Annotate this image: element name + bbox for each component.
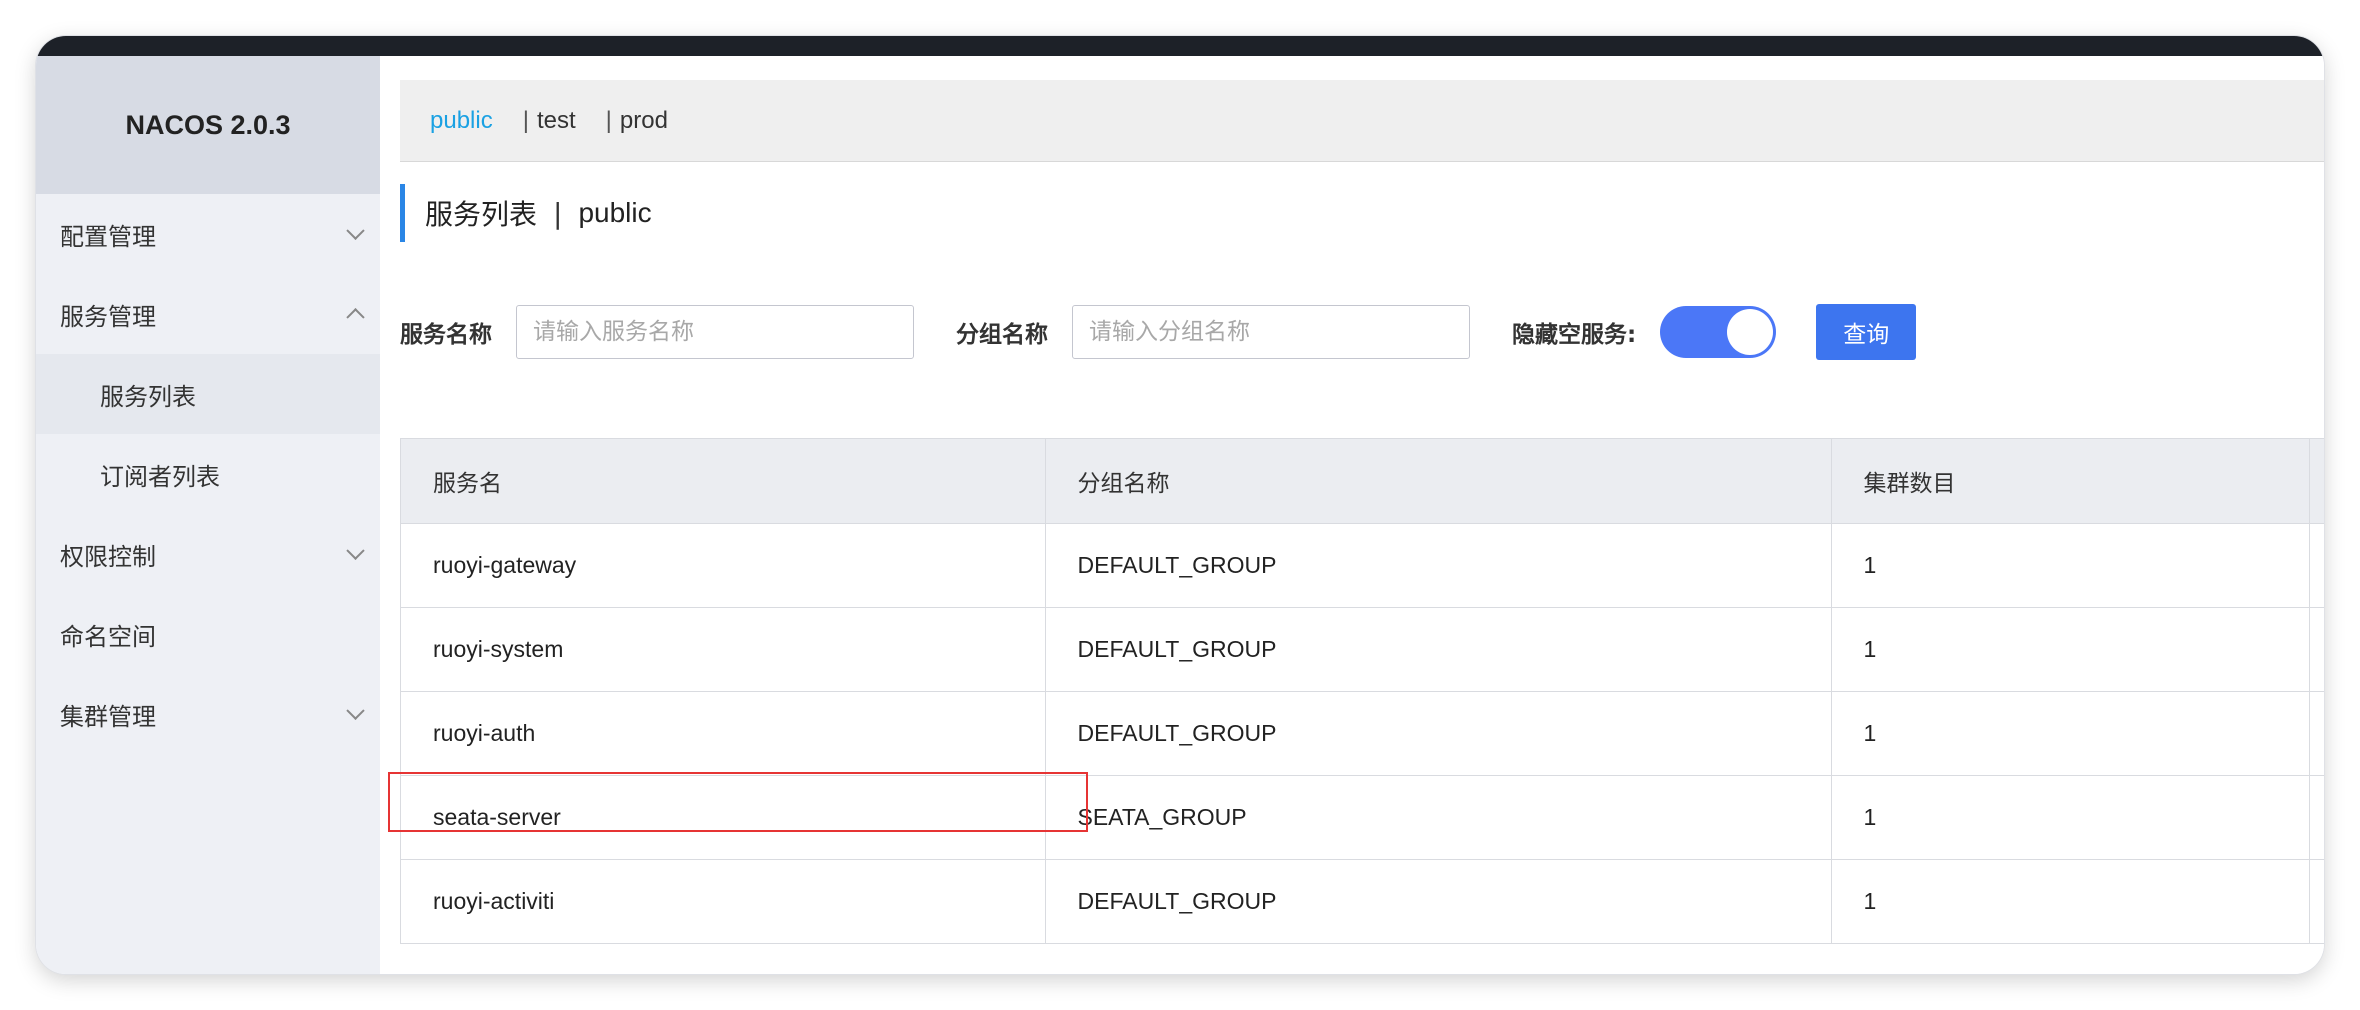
sidebar-item-label: 配置管理 xyxy=(60,222,156,251)
cell-group-name: DEFAULT_GROUP xyxy=(1045,859,1832,944)
page-title-namespace: public xyxy=(578,197,652,228)
cell-service-name: ruoyi-system xyxy=(401,607,1046,692)
table-row[interactable]: ruoyi-activiti DEFAULT_GROUP 1 xyxy=(401,859,2324,944)
table-row[interactable]: ruoyi-auth DEFAULT_GROUP 1 xyxy=(401,691,2324,776)
column-header-group-name: 分组名称 xyxy=(1045,439,1832,524)
namespace-test[interactable]: test xyxy=(537,107,576,135)
table-row[interactable]: ruoyi-system DEFAULT_GROUP 1 xyxy=(401,607,2324,692)
namespace-prod[interactable]: prod xyxy=(620,107,668,135)
sidebar-item-namespace[interactable]: 命名空间 xyxy=(36,594,380,674)
table-row[interactable]: ruoyi-gateway DEFAULT_GROUP 1 xyxy=(401,523,2324,608)
page-title: 服务列表 | public xyxy=(400,184,652,242)
cell-group-name: DEFAULT_GROUP xyxy=(1045,523,1832,608)
cell-group-name: SEATA_GROUP xyxy=(1045,775,1832,860)
sidebar-item-label: 订阅者列表 xyxy=(100,462,220,491)
hide-empty-toggle[interactable] xyxy=(1660,306,1777,358)
group-name-input[interactable] xyxy=(1072,305,1470,359)
cell-cluster-count: 1 xyxy=(1831,775,2310,860)
cell-service-name: seata-server xyxy=(401,775,1046,860)
cell-extra xyxy=(2309,523,2324,608)
sidebar-item-subscriber-list[interactable]: 订阅者列表 xyxy=(36,434,380,514)
sidebar: NACOS 2.0.3 配置管理 服务管理 服务列表 订阅者列表 权限控制 命名… xyxy=(36,56,380,974)
cell-service-name: ruoyi-activiti xyxy=(401,859,1046,944)
cell-cluster-count: 1 xyxy=(1831,607,2310,692)
cell-group-name: DEFAULT_GROUP xyxy=(1045,691,1832,776)
app-window: NACOS 2.0.3 配置管理 服务管理 服务列表 订阅者列表 权限控制 命名… xyxy=(36,36,2324,974)
sidebar-item-access-control[interactable]: 权限控制 xyxy=(36,514,380,594)
main-content: public | test | prod 服务列表 | public 服务名称 … xyxy=(380,56,2324,974)
cell-cluster-count: 1 xyxy=(1831,859,2310,944)
sidebar-item-cluster-management[interactable]: 集群管理 xyxy=(36,674,380,754)
cell-cluster-count: 1 xyxy=(1831,691,2310,776)
namespace-bar: public | test | prod xyxy=(400,80,2324,162)
cell-extra xyxy=(2309,775,2324,860)
service-name-label: 服务名称 xyxy=(400,322,492,348)
sidebar-item-label: 服务列表 xyxy=(100,382,196,411)
column-header-extra xyxy=(2309,439,2324,524)
window-top-bar xyxy=(36,36,2324,56)
cell-extra xyxy=(2309,607,2324,692)
table-row[interactable]: seata-server SEATA_GROUP 1 xyxy=(401,775,2324,860)
table-header-row: 服务名 分组名称 集群数目 xyxy=(401,439,2324,524)
cell-service-name: ruoyi-auth xyxy=(401,691,1046,776)
cell-group-name: DEFAULT_GROUP xyxy=(1045,607,1832,692)
column-header-service-name: 服务名 xyxy=(401,439,1046,524)
cell-service-name: ruoyi-gateway xyxy=(401,523,1046,608)
toggle-knob xyxy=(1727,309,1774,355)
column-header-cluster-count: 集群数目 xyxy=(1831,439,2310,524)
sidebar-item-label: 命名空间 xyxy=(60,622,156,651)
cell-extra xyxy=(2309,691,2324,776)
query-button[interactable]: 查询 xyxy=(1816,304,1917,360)
chevron-down-icon xyxy=(346,541,365,560)
chevron-down-icon xyxy=(346,701,365,720)
service-table: 服务名 分组名称 集群数目 ruoyi-gateway DEFAULT_GROU… xyxy=(400,438,2324,944)
sidebar-item-config-management[interactable]: 配置管理 xyxy=(36,194,380,274)
namespace-separator: | xyxy=(605,106,612,134)
service-name-input[interactable] xyxy=(516,305,914,359)
cell-extra xyxy=(2309,859,2324,944)
page-title-text: 服务列表 xyxy=(425,198,538,231)
app-logo: NACOS 2.0.3 xyxy=(36,56,380,194)
sidebar-item-label: 集群管理 xyxy=(60,702,156,731)
chevron-down-icon xyxy=(346,221,365,240)
sidebar-item-service-management[interactable]: 服务管理 xyxy=(36,274,380,354)
chevron-up-icon xyxy=(346,308,365,327)
sidebar-item-service-list[interactable]: 服务列表 xyxy=(36,354,380,434)
sidebar-item-label: 权限控制 xyxy=(60,542,156,571)
namespace-separator: | xyxy=(522,106,529,134)
namespace-public[interactable]: public xyxy=(430,107,493,135)
hide-empty-label: 隐藏空服务: xyxy=(1512,322,1637,348)
group-name-label: 分组名称 xyxy=(956,322,1048,348)
filter-bar: 服务名称 分组名称 隐藏空服务: 查询 xyxy=(400,304,1917,360)
sidebar-item-label: 服务管理 xyxy=(60,302,156,331)
page-title-separator: | xyxy=(553,196,563,230)
cell-cluster-count: 1 xyxy=(1831,523,2310,608)
